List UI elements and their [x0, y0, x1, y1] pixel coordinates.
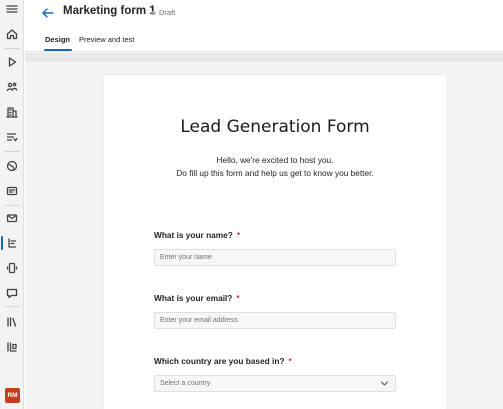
tab-design[interactable]: Design [45, 35, 70, 44]
form-intro-line-1[interactable]: Hello, we're excited to host you. [104, 155, 446, 165]
active-tab-indicator [44, 49, 72, 51]
form-icon[interactable] [0, 232, 24, 254]
required-marker: * [236, 293, 240, 303]
question-label-country[interactable]: Which country are you based in? * [154, 356, 292, 366]
status-badge: Draft [159, 8, 176, 17]
status-dot-icon [151, 11, 155, 15]
rail-divider [4, 205, 20, 206]
email-field-placeholder: Enter your email address [160, 317, 238, 324]
form-card: Lead Generation Form Hello, we're excite… [104, 75, 446, 409]
email-icon[interactable] [0, 207, 24, 229]
country-select-placeholder: Select a country [160, 380, 211, 387]
name-field-placeholder: Enter your name [160, 254, 212, 261]
avatar[interactable]: RM [5, 388, 20, 403]
tab-preview-and-test[interactable]: Preview and test [79, 35, 134, 44]
building-icon[interactable] [0, 101, 24, 123]
chevron-down-icon [380, 379, 389, 388]
form-intro-line-2[interactable]: Do fill up this form and help us get to … [104, 168, 446, 178]
assets-icon[interactable] [0, 336, 24, 358]
tab-bar: Design Preview and test [25, 30, 503, 52]
country-select[interactable]: Select a country [154, 375, 396, 392]
menu-icon[interactable] [0, 0, 24, 20]
required-marker: * [236, 230, 241, 240]
page-title: Marketing form 1 [63, 5, 156, 17]
email-template-icon[interactable] [0, 180, 24, 202]
name-field[interactable]: Enter your name [154, 249, 396, 266]
library-icon[interactable] [0, 311, 24, 333]
left-nav-rail: RM [0, 0, 24, 409]
rail-divider [4, 306, 20, 307]
form-title[interactable]: Lead Generation Form [104, 117, 446, 137]
chat-icon[interactable] [0, 282, 24, 304]
page-header: Marketing form 1 Draft [25, 0, 503, 30]
rail-divider [4, 151, 20, 152]
journey-icon[interactable] [0, 126, 24, 148]
phone-icon[interactable] [0, 257, 24, 279]
home-icon[interactable] [0, 23, 24, 45]
segments-icon[interactable] [0, 76, 24, 98]
globe-icon[interactable] [0, 155, 24, 177]
rail-divider [4, 48, 20, 49]
back-arrow-icon[interactable] [41, 6, 55, 20]
play-icon[interactable] [0, 51, 24, 73]
canvas-toolbar-strip [25, 53, 503, 62]
question-label-email[interactable]: What is your email? * [154, 293, 240, 303]
required-marker: * [288, 356, 292, 366]
email-field[interactable]: Enter your email address [154, 312, 396, 329]
question-label-name[interactable]: What is your name? * [154, 230, 240, 240]
